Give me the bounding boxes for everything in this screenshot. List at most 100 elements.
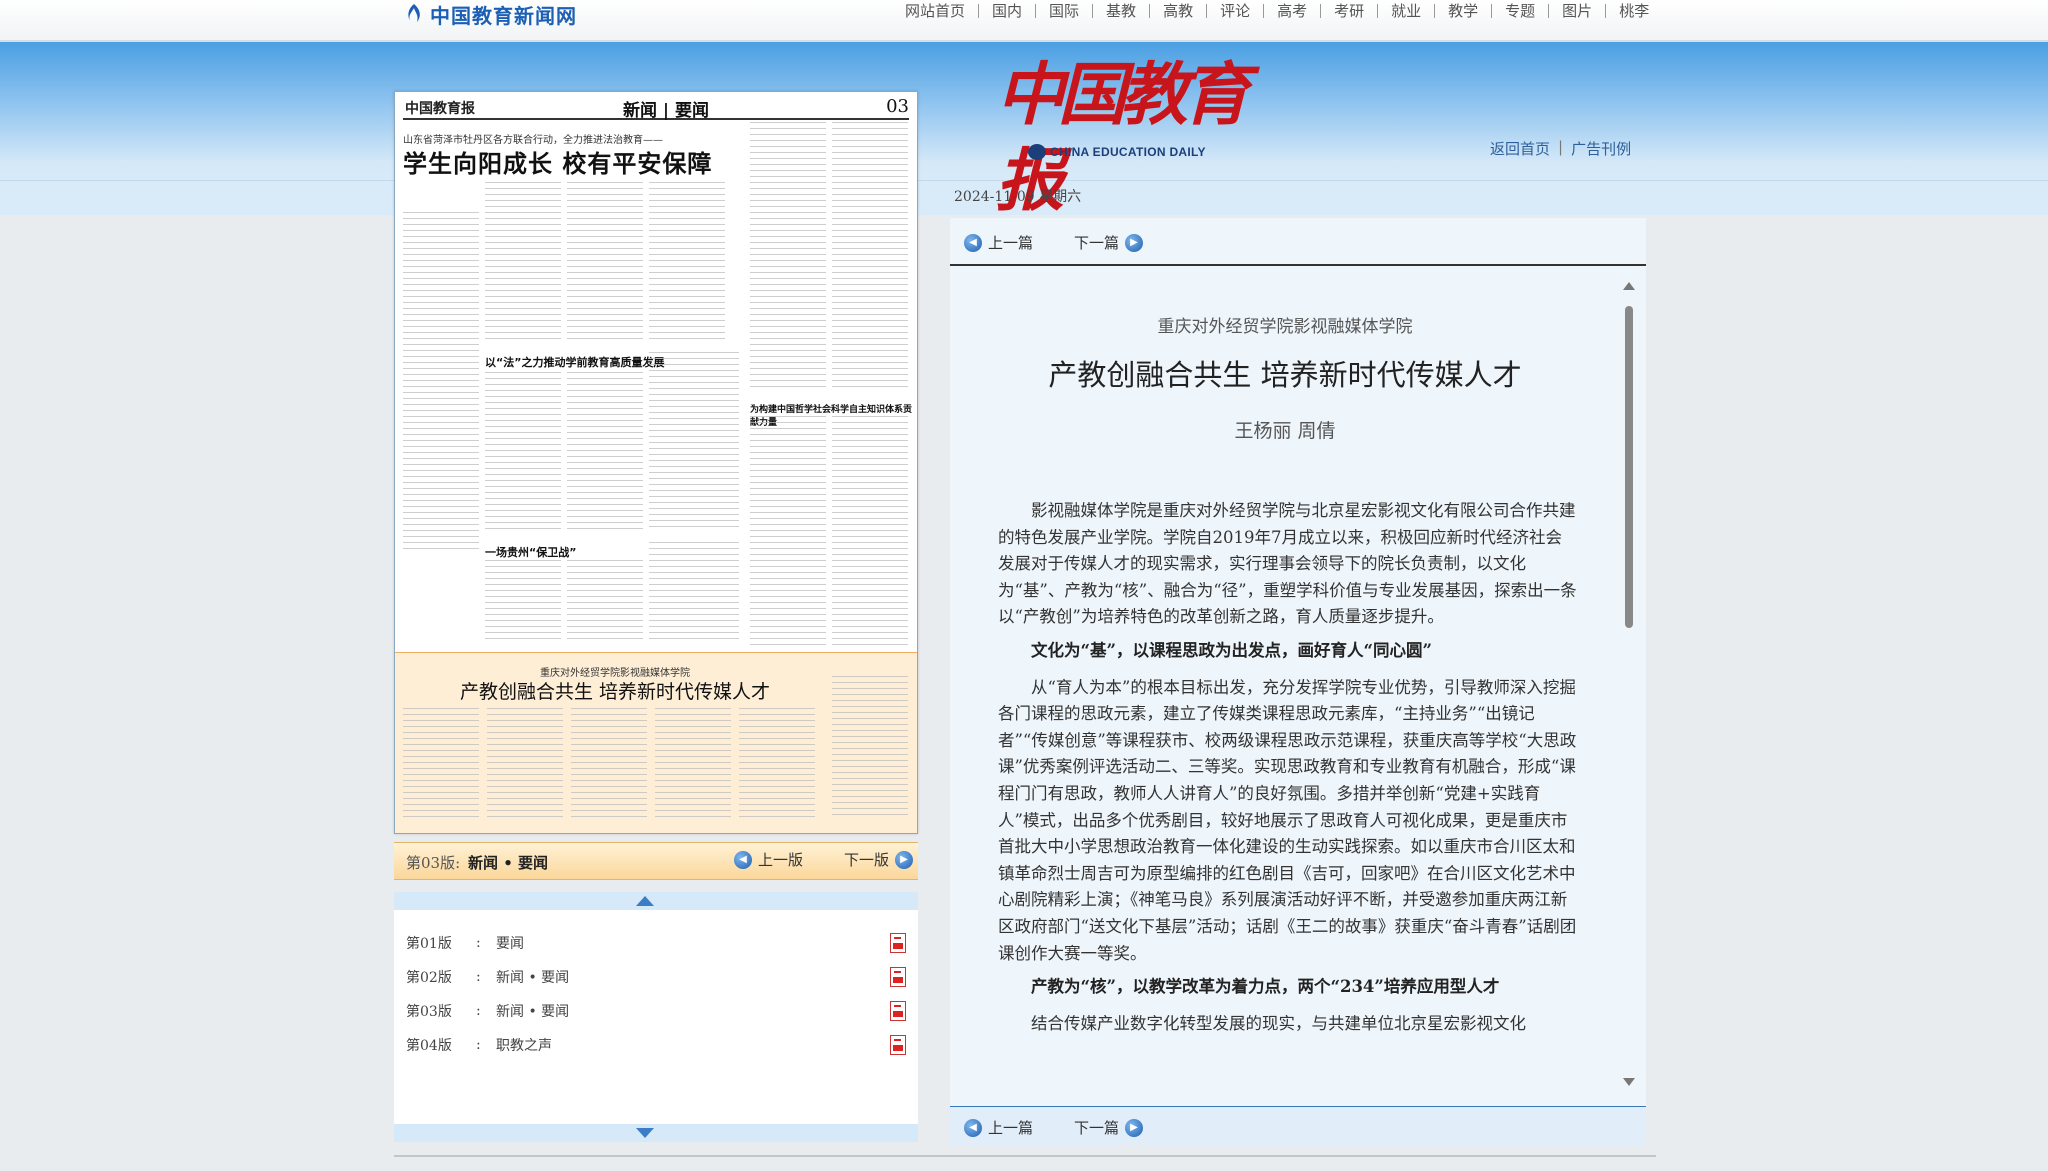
- pdf-icon[interactable]: [890, 1001, 906, 1021]
- page-list-item[interactable]: 第02版 : 新闻 • 要闻: [406, 962, 906, 992]
- paper-text-block: [567, 560, 643, 640]
- article-subheading: 文化为“基”，以课程思政为出发点，画好育人“同心圆”: [1031, 640, 1432, 660]
- footer-divider: [394, 1155, 1656, 1157]
- page-list-name[interactable]: 要闻: [496, 933, 890, 953]
- nav-taoli[interactable]: 桃李: [1606, 4, 1662, 19]
- pdf-icon[interactable]: [890, 1035, 906, 1055]
- page-nav-bar: 第03版: 新闻 • 要闻 ◀ 上一版 下一版 ▶: [394, 842, 918, 880]
- paper-article-headline[interactable]: 以“法”之力推动学前教育高质量发展: [485, 354, 664, 370]
- arrow-left-icon: ◀: [964, 1118, 982, 1137]
- paper-page-header: 中国教育报 新闻 | 要闻 03: [403, 96, 909, 121]
- top-nav: 网站首页 国内 国际 基教 高教 评论 高考 考研 就业 教学 专题 图片 桃李: [892, 0, 1662, 22]
- header-link-separator: |: [1558, 138, 1564, 156]
- current-page-name: 新闻 • 要闻: [468, 854, 549, 872]
- scroll-down-arrow-icon[interactable]: [1623, 1078, 1635, 1086]
- flame-logo-icon: [408, 4, 420, 22]
- page-list-name[interactable]: 新闻 • 要闻: [496, 967, 890, 987]
- page-label: 第03版:: [406, 854, 461, 872]
- newspaper-page-image[interactable]: 中国教育报 新闻 | 要闻 03 山东省菏泽市牡丹区各方联合行动，全力推进法治教…: [394, 91, 918, 834]
- page-list-item[interactable]: 第03版 : 新闻 • 要闻: [406, 996, 906, 1026]
- page-list-sep: :: [476, 1037, 481, 1053]
- paper-text-block: [485, 560, 561, 640]
- page-list-scroll-down[interactable]: [394, 1124, 918, 1142]
- article-panel: ◀ 上一篇 下一篇 ▶ 重庆对外经贸学院影视融媒体学院 产教创融合共生 培养新时…: [950, 218, 1646, 1145]
- paper-text-block: [403, 212, 479, 552]
- next-article-button[interactable]: 下一篇 ▶: [1074, 1117, 1144, 1138]
- paper-text-block: [832, 122, 908, 392]
- nav-kaoyan[interactable]: 考研: [1321, 4, 1379, 19]
- prev-article-label: 上一篇: [988, 1119, 1034, 1137]
- issue-date: 2024-11-09 星期六: [954, 189, 1082, 205]
- paper-text-block: [571, 708, 647, 818]
- nav-international[interactable]: 国际: [1036, 4, 1094, 19]
- nav-employment[interactable]: 就业: [1378, 4, 1436, 19]
- scroll-up-arrow-icon[interactable]: [1623, 282, 1635, 290]
- masthead[interactable]: 中国教育报 CHINA EDUCATION DAILY: [996, 52, 1250, 221]
- article-paragraph: 影视融媒体学院是重庆对外经贸学院与北京星宏影视文化有限公司合作共建的特色发展产业…: [998, 501, 1577, 627]
- article-nav-bottom: ◀ 上一篇 下一篇 ▶: [950, 1106, 1646, 1145]
- page-list-number: 第04版: [406, 1038, 452, 1054]
- article-nav-top: ◀ 上一篇 下一篇 ▶: [950, 218, 1646, 266]
- paper-text-block: [832, 416, 908, 646]
- nav-commentary[interactable]: 评论: [1207, 4, 1265, 19]
- next-article-label: 下一篇: [1074, 234, 1120, 252]
- paper-text-block: [649, 182, 725, 342]
- arrow-right-icon: ▶: [1125, 233, 1144, 252]
- next-page-button[interactable]: 下一版 ▶: [844, 849, 914, 870]
- pdf-icon[interactable]: [890, 967, 906, 987]
- page-list-item[interactable]: 第04版 : 职教之声: [406, 1030, 906, 1060]
- paper-text-block: [567, 182, 643, 342]
- page-list-name[interactable]: 新闻 • 要闻: [496, 1001, 890, 1021]
- article-paragraph: 结合传媒产业数字化转型发展的现实，与共建单位北京星宏影视文化: [1031, 1013, 1526, 1033]
- return-home-link[interactable]: 返回首页: [1490, 138, 1550, 159]
- page-list-name[interactable]: 职教之声: [496, 1035, 890, 1055]
- paper-text-block: [832, 676, 908, 818]
- caret-up-icon: [636, 896, 654, 906]
- article-body: 影视融媒体学院是重庆对外经贸学院与北京星宏影视文化有限公司合作共建的特色发展产业…: [998, 498, 1578, 1044]
- paper-article-headline[interactable]: 一场贵州“保卫战”: [485, 544, 576, 560]
- nav-gaokao[interactable]: 高考: [1264, 4, 1322, 19]
- prev-article-button[interactable]: ◀ 上一篇: [964, 1117, 1033, 1138]
- article-subheading: 产教为“核”，以教学改革为着力点，两个“234”培养应用型人才: [1031, 977, 1500, 997]
- next-article-button[interactable]: 下一篇 ▶: [1074, 232, 1144, 253]
- prev-page-button[interactable]: ◀ 上一版: [734, 849, 803, 870]
- page-list-scroll-up[interactable]: [394, 892, 918, 910]
- nav-pictures[interactable]: 图片: [1549, 4, 1607, 19]
- article-scrollbar[interactable]: [1622, 282, 1636, 1092]
- article-paragraph: 从“育人为本”的根本目标出发，充分发挥学院专业优势，引导教师深入挖掘各门课程的思…: [998, 677, 1577, 963]
- paper-text-block: [649, 542, 739, 640]
- arrow-right-icon: ▶: [895, 850, 914, 869]
- nav-higher-education[interactable]: 高教: [1150, 4, 1208, 19]
- paper-text-block: [487, 708, 563, 818]
- nav-teaching[interactable]: 教学: [1435, 4, 1493, 19]
- caret-down-icon: [636, 1128, 654, 1138]
- page-list-number: 第01版: [406, 936, 452, 952]
- next-article-label: 下一篇: [1074, 1119, 1120, 1137]
- article-content[interactable]: 重庆对外经贸学院影视融媒体学院 产教创融合共生 培养新时代传媒人才 王杨丽 周倩…: [950, 270, 1612, 1098]
- pdf-icon[interactable]: [890, 933, 906, 953]
- page-list-number: 第02版: [406, 970, 452, 986]
- page-list-sep: :: [476, 1003, 481, 1019]
- masthead-english: CHINA EDUCATION DAILY: [1028, 144, 1206, 160]
- article-kicker: 重庆对外经贸学院影视融媒体学院: [1157, 317, 1413, 337]
- nav-topics[interactable]: 专题: [1492, 4, 1550, 19]
- page-list-sep: :: [476, 935, 481, 951]
- nav-domestic[interactable]: 国内: [979, 4, 1037, 19]
- top-nav-bar: 中国教育新闻网 网站首页 国内 国际 基教 高教 评论 高考 考研 就业 教学 …: [0, 0, 2048, 42]
- paper-text-block: [485, 372, 561, 532]
- nav-basic-education[interactable]: 基教: [1093, 4, 1151, 19]
- prev-article-button[interactable]: ◀ 上一篇: [964, 232, 1033, 253]
- page-list-item[interactable]: 第01版 : 要闻: [406, 928, 906, 958]
- scroll-thumb[interactable]: [1625, 306, 1633, 628]
- arrow-left-icon: ◀: [734, 850, 752, 869]
- masthead-english-text: CHINA EDUCATION DAILY: [1050, 145, 1206, 159]
- ad-rates-link[interactable]: 广告刊例: [1571, 138, 1631, 159]
- nav-home[interactable]: 网站首页: [892, 4, 980, 19]
- next-page-label: 下一版: [844, 851, 890, 869]
- paper-lead-headline[interactable]: 学生向阳成长 校有平安保障: [403, 144, 712, 179]
- paper-text-block: [567, 372, 643, 532]
- paper-current-title[interactable]: 产教创融合共生 培养新时代传媒人才: [395, 677, 835, 704]
- paper-text-block: [403, 708, 479, 818]
- site-logo[interactable]: 中国教育新闻网: [404, 0, 577, 28]
- page-list-number: 第03版: [406, 1004, 452, 1020]
